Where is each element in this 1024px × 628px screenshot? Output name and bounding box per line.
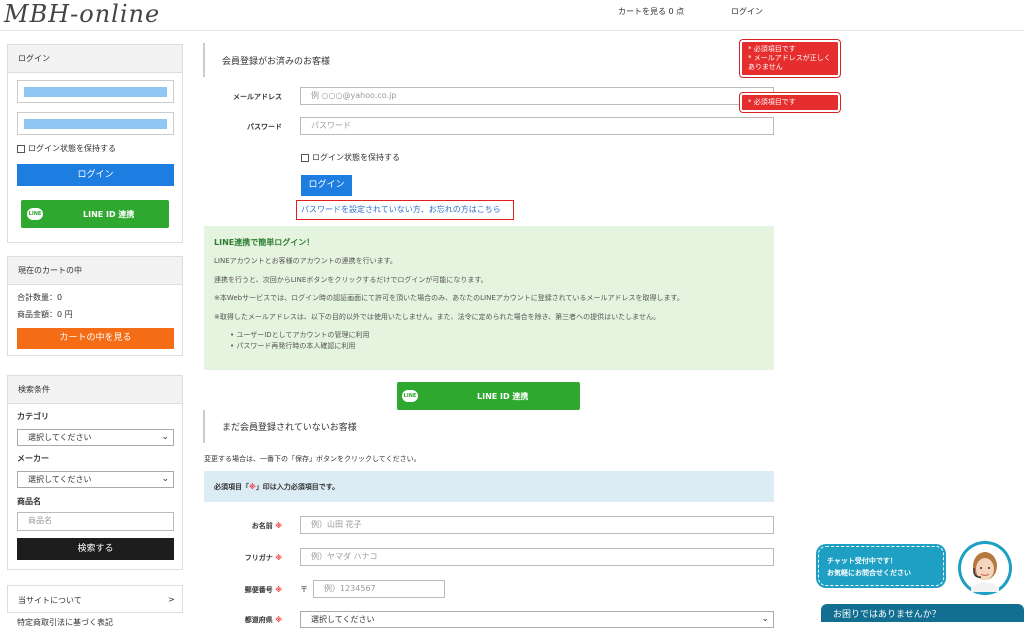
forgot-password-link[interactable]: パスワードを設定されていない方、お忘れの方はこちら: [296, 200, 514, 220]
required-note: 必須項目「※」印は入力必須項目です。: [214, 483, 340, 491]
main-keep-login[interactable]: ログイン状態を保持する: [301, 152, 400, 163]
kana-input[interactable]: 例）ヤマダ ハナコ: [300, 548, 774, 566]
password-input[interactable]: パスワード: [300, 117, 774, 135]
chevron-down-icon: ⌄: [761, 614, 769, 624]
login-email-input[interactable]: [17, 80, 174, 103]
line-info-bullet: • ユーザーIDとしてアカウントの管理に利用: [230, 331, 370, 339]
chat-help-bar[interactable]: お困りではありませんか？: [821, 604, 1024, 622]
pref-label: 都道府県 ※: [244, 616, 282, 624]
line-info-bullet: • パスワード再発行時の本人確認に利用: [230, 342, 356, 350]
cart-total-price: 商品金額：0 円: [17, 310, 73, 319]
chevron-right-icon: >: [168, 595, 175, 604]
site-logo[interactable]: MBH-online: [4, 0, 160, 28]
operator-avatar-icon: [961, 544, 1009, 592]
line-info-p3: ※本Webサービスでは、ログイン時の認証画面にて許可を頂いた場合のみ、あなたのL…: [214, 294, 684, 302]
sidebar-login-button[interactable]: ログイン: [17, 164, 174, 186]
line-icon: LINE: [402, 390, 418, 402]
member-section-title: 会員登録がお済みのお客様: [222, 57, 331, 67]
save-note: 変更する場合は、一番下の「保存」ボタンをクリックしてください。: [204, 455, 421, 463]
cart-box-title: 現在のカートの中: [8, 257, 182, 285]
line-info-p1: LINEアカウントとお客様のアカウントの連携を行います。: [214, 257, 397, 265]
product-name-input[interactable]: 商品名: [17, 512, 174, 531]
password-label: パスワード: [247, 123, 282, 131]
header-login-link[interactable]: ログイン: [731, 6, 763, 17]
main-login-button[interactable]: ログイン: [301, 175, 352, 196]
chat-bubble[interactable]: チャット受付中です！ お気軽にお問合せください: [818, 546, 944, 586]
chevron-down-icon: ⌄: [161, 432, 169, 442]
zip-input[interactable]: 例）1234567: [313, 580, 445, 598]
search-button[interactable]: 検索する: [17, 538, 174, 560]
sidebar-line-button[interactable]: LINE LINE ID 連携: [21, 200, 169, 228]
name-input[interactable]: 例）山田 花子: [300, 516, 774, 534]
maker-label: メーカー: [17, 454, 49, 463]
search-box-title: 検索条件: [8, 376, 182, 404]
category-label: カテゴリ: [17, 412, 49, 421]
chevron-down-icon: ⌄: [161, 474, 169, 484]
kana-label: フリガナ ※: [244, 554, 282, 562]
chat-avatar[interactable]: [958, 541, 1012, 595]
view-cart-button[interactable]: カートの中を見る: [17, 328, 174, 349]
line-icon: LINE: [27, 208, 43, 220]
about-label: 当サイトについて: [18, 596, 82, 605]
line-info-p4: ※取得したメールアドレスは、以下の目的以外では使用いたしません。また、法令に定め…: [214, 313, 660, 321]
product-label: 商品名: [17, 497, 41, 506]
section-accent-bar: [203, 43, 205, 77]
password-error-tooltip: * 必須項目です: [740, 93, 840, 112]
required-note-box: 必須項目「※」印は入力必須項目です。: [204, 471, 774, 502]
main-line-button[interactable]: LINE LINE ID 連携: [397, 382, 580, 410]
main-line-label: LINE ID 連携: [477, 392, 529, 401]
line-info-title: LINE連携で簡単ログイン！: [214, 238, 315, 247]
keep-login-checkbox[interactable]: [17, 144, 25, 153]
category-select[interactable]: 選択してください ⌄: [17, 429, 174, 446]
section-accent-bar: [203, 410, 205, 443]
email-error-tooltip: * 必須項目です * メールアドレスが正しくありません: [740, 40, 840, 77]
login-box-title: ログイン: [8, 45, 182, 73]
pref-select[interactable]: 選択してください ⌄: [300, 611, 774, 628]
cart-link[interactable]: カートを見る 0 点: [618, 6, 684, 17]
login-password-input[interactable]: [17, 112, 174, 135]
cart-total-qty: 合計数量：0: [17, 293, 63, 302]
main-keep-login-checkbox[interactable]: [301, 153, 309, 162]
name-label: お名前 ※: [251, 522, 282, 530]
tokusho-link[interactable]: 特定商取引法に基づく表記: [17, 617, 113, 628]
email-input[interactable]: 例 ○○○@yahoo.co.jp: [300, 87, 774, 105]
header-divider: [0, 30, 1024, 31]
zip-label: 郵便番号 ※: [244, 586, 282, 594]
email-label: メールアドレス: [233, 93, 282, 101]
line-info-box: LINE連携で簡単ログイン！ LINEアカウントとお客様のアカウントの連携を行い…: [204, 226, 774, 370]
about-link[interactable]: 当サイトについて >: [7, 585, 183, 613]
zip-prefix: 〒: [300, 585, 308, 594]
non-member-section-title: まだ会員登録されていないお客様: [222, 423, 357, 433]
maker-select[interactable]: 選択してください ⌄: [17, 471, 174, 488]
line-info-p2: 連携を行うと、次回からLINEボタンをクリックするだけでログインが可能になります…: [214, 276, 488, 284]
sidebar-keep-login[interactable]: ログイン状態を保持する: [17, 143, 116, 154]
sidebar-line-label: LINE ID 連携: [83, 210, 135, 219]
